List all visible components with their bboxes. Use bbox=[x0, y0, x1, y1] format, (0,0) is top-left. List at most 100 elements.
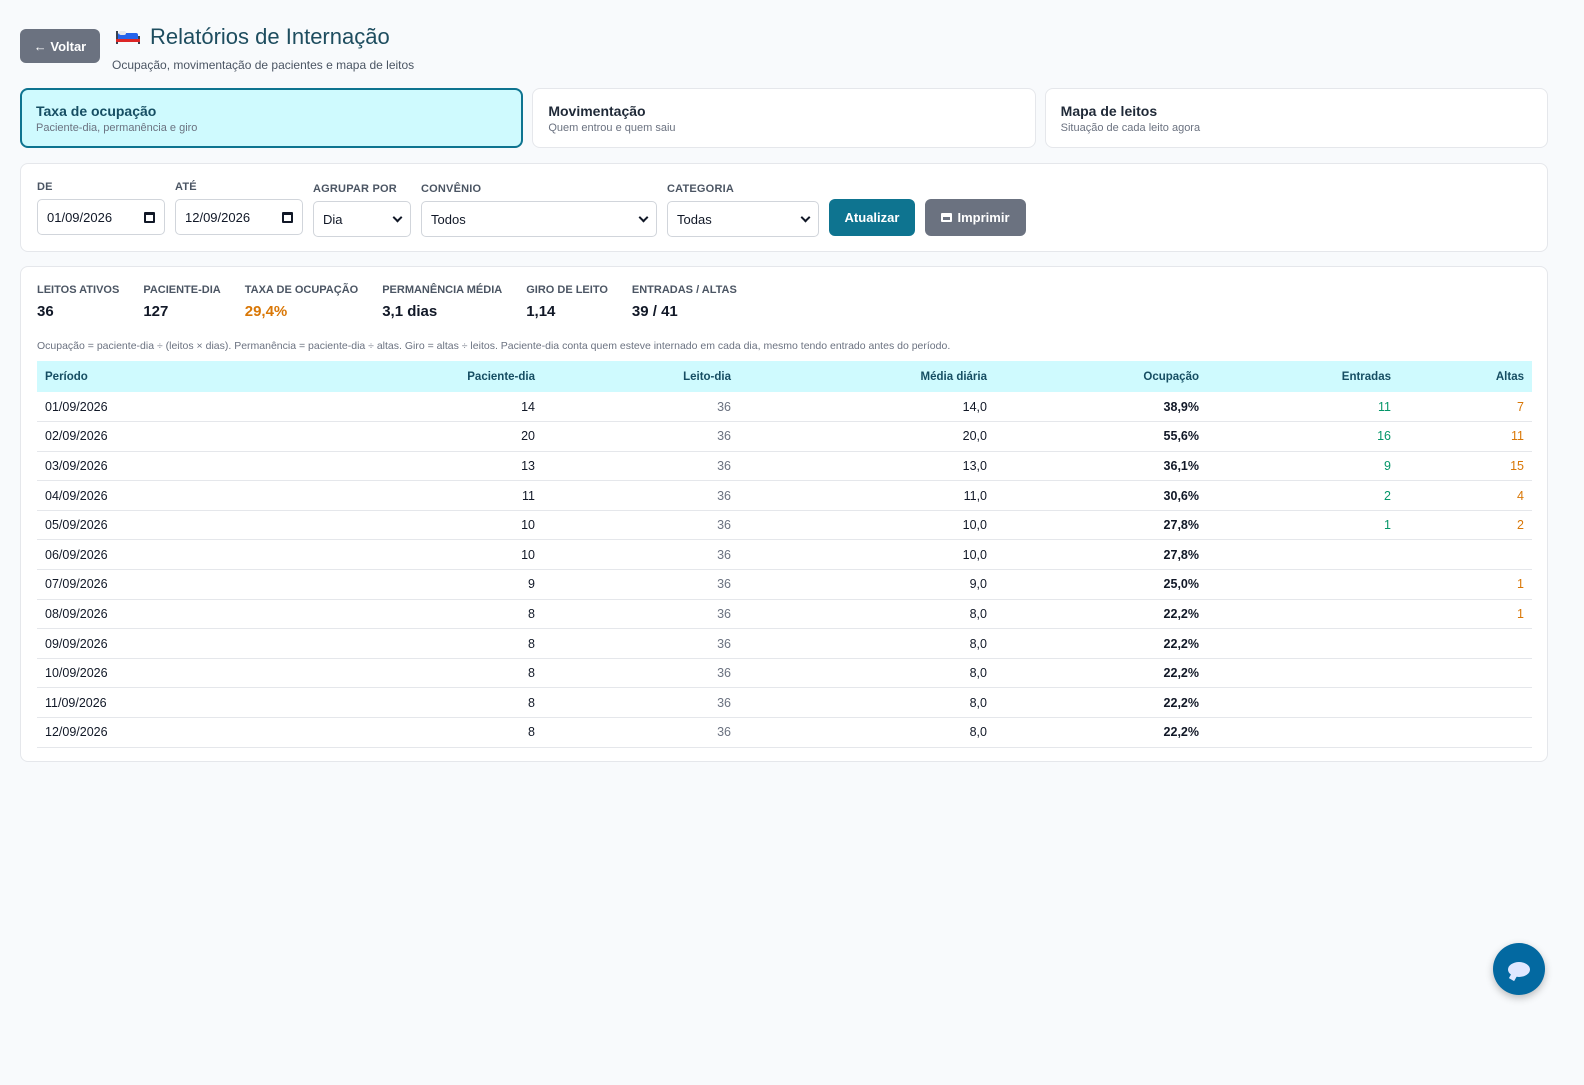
group-by-select[interactable]: Dia bbox=[313, 201, 411, 237]
calendar-icon[interactable] bbox=[282, 211, 293, 223]
to-date-input[interactable]: 12/09/2026 bbox=[175, 199, 303, 235]
cell-bed-days: 36 bbox=[543, 510, 739, 541]
cell-bed-days: 36 bbox=[543, 451, 739, 482]
cell-period: 08/09/2026 bbox=[37, 599, 277, 630]
update-button[interactable]: Atualizar bbox=[829, 199, 915, 236]
cell-daily-average: 14,0 bbox=[739, 392, 995, 423]
tab-description: Quem entrou e quem saiu bbox=[548, 122, 676, 134]
cell-discharges bbox=[1399, 539, 1532, 571]
kpi-active-beds: LEITOS ATIVOS 36 bbox=[37, 284, 119, 320]
group-by-label: AGRUPAR POR bbox=[313, 183, 397, 195]
cell-bed-days: 36 bbox=[543, 599, 739, 630]
cell-bed-days: 36 bbox=[543, 421, 739, 452]
cell-period: 10/09/2026 bbox=[37, 658, 277, 689]
cell-period: 11/09/2026 bbox=[37, 687, 277, 719]
cell-discharges: 4 bbox=[1399, 480, 1532, 511]
kpi-patient-days: PACIENTE-DIA 127 bbox=[143, 284, 220, 320]
cell-period: 07/09/2026 bbox=[37, 569, 277, 600]
table-row: 05/09/2026 10 36 10,0 27,8% 1 2 bbox=[37, 510, 1532, 541]
table-body: 01/09/2026 14 36 14,0 38,9% 11 7 02/09/2026 20 36… bbox=[37, 392, 1532, 748]
kpi-value: 36 bbox=[37, 303, 54, 320]
from-date-label: DE bbox=[37, 181, 53, 193]
cell-period: 05/09/2026 bbox=[37, 510, 277, 541]
cell-patient-days: 13 bbox=[277, 451, 543, 482]
cell-admissions bbox=[1207, 658, 1399, 689]
cell-admissions: 1 bbox=[1207, 510, 1399, 541]
page-subtitle: Ocupação, movimentação de pacientes e ma… bbox=[112, 58, 415, 72]
table-row: 04/09/2026 11 36 11,0 30,6% 2 4 bbox=[37, 480, 1532, 511]
table-row: 09/09/2026 8 36 8,0 22,2% bbox=[37, 628, 1532, 659]
cell-period: 06/09/2026 bbox=[37, 539, 277, 571]
table-row: 08/09/2026 8 36 8,0 22,2% 1 bbox=[37, 599, 1532, 630]
cell-admissions: 16 bbox=[1207, 421, 1399, 452]
cell-period: 03/09/2026 bbox=[37, 451, 277, 482]
calendar-icon[interactable] bbox=[144, 211, 155, 223]
kpi-value: 29,4% bbox=[244, 303, 288, 320]
cell-daily-average: 8,0 bbox=[739, 658, 995, 689]
table-row: 11/09/2026 8 36 8,0 22,2% bbox=[37, 687, 1532, 719]
tab-title: Taxa de ocupação bbox=[36, 103, 157, 119]
kpi-value: 1,14 bbox=[526, 303, 556, 320]
tab-title: Mapa de leitos bbox=[1060, 103, 1158, 119]
cell-occupancy: 22,2% bbox=[995, 687, 1207, 719]
cell-patient-days: 11 bbox=[277, 480, 543, 511]
table-row: 12/09/2026 8 36 8,0 22,2% bbox=[37, 717, 1532, 748]
cell-occupancy: 38,9% bbox=[995, 392, 1207, 423]
kpi-bed-turnover: GIRO DE LEITO 1,14 bbox=[526, 284, 608, 320]
cell-discharges bbox=[1399, 687, 1532, 719]
cell-occupancy: 22,2% bbox=[995, 628, 1207, 659]
cell-bed-days: 36 bbox=[543, 392, 739, 423]
insurance-value: Todos bbox=[431, 211, 466, 227]
kpi-label: LEITOS ATIVOS bbox=[37, 284, 120, 296]
report-tabs: Taxa de ocupação Paciente-dia, permanênc… bbox=[20, 88, 1548, 148]
cell-admissions: 11 bbox=[1207, 392, 1399, 423]
tab-occupancy-rate[interactable]: Taxa de ocupação Paciente-dia, permanênc… bbox=[20, 88, 524, 148]
cell-patient-days: 8 bbox=[277, 628, 543, 659]
cell-admissions bbox=[1207, 717, 1399, 748]
filter-panel: DE 01/09/2026 ATÉ 12/09/2026 AGRUPAR POR… bbox=[20, 163, 1548, 252]
kpi-label: TAXA DE OCUPAÇÃO bbox=[244, 284, 359, 296]
page-title: Relatórios de Internação bbox=[150, 24, 390, 49]
kpi-label: GIRO DE LEITO bbox=[526, 284, 608, 296]
cell-patient-days: 9 bbox=[277, 569, 543, 600]
cell-admissions: 2 bbox=[1207, 480, 1399, 511]
kpi-occupancy-rate: TAXA DE OCUPAÇÃO 29,4% bbox=[245, 284, 358, 320]
table-header-row: Período Paciente-dia Leito-dia Média diá… bbox=[37, 361, 1532, 392]
cell-patient-days: 10 bbox=[277, 510, 543, 541]
cell-admissions: 9 bbox=[1207, 451, 1399, 482]
cell-discharges: 15 bbox=[1399, 451, 1532, 482]
group-by-value: Dia bbox=[323, 211, 343, 227]
kpi-label: PACIENTE-DIA bbox=[143, 284, 221, 296]
cell-period: 01/09/2026 bbox=[37, 392, 277, 423]
kpi-value: 39 / 41 bbox=[631, 303, 678, 320]
cell-daily-average: 8,0 bbox=[739, 628, 995, 659]
back-button[interactable]: ← Voltar bbox=[20, 29, 100, 63]
kpi-admissions-discharges: ENTRADAS / ALTAS 39 / 41 bbox=[632, 284, 737, 320]
insurance-select[interactable]: Todos bbox=[421, 201, 657, 237]
chevron-down-icon bbox=[800, 212, 811, 222]
tab-bed-map[interactable]: Mapa de leitos Situação de cada leito ag… bbox=[1044, 88, 1548, 148]
kpi-average-stay: PERMANÊNCIA MÉDIA 3,1 dias bbox=[382, 284, 502, 320]
category-label: CATEGORIA bbox=[667, 183, 734, 195]
cell-admissions bbox=[1207, 539, 1399, 571]
cell-admissions bbox=[1207, 599, 1399, 630]
table-row: 03/09/2026 13 36 13,0 36,1% 9 15 bbox=[37, 451, 1532, 482]
cell-discharges: 7 bbox=[1399, 392, 1532, 423]
chevron-down-icon bbox=[638, 212, 649, 222]
table-row: 07/09/2026 9 36 9,0 25,0% 1 bbox=[37, 569, 1532, 600]
cell-occupancy: 22,2% bbox=[995, 599, 1207, 630]
to-date-value: 12/09/2026 bbox=[185, 209, 251, 225]
from-date-value: 01/09/2026 bbox=[47, 209, 113, 225]
title-block: Relatórios de Internação Ocupação, movim… bbox=[112, 24, 414, 72]
from-date-input[interactable]: 01/09/2026 bbox=[37, 199, 165, 235]
chat-button[interactable] bbox=[1493, 943, 1545, 995]
cell-daily-average: 20,0 bbox=[739, 421, 995, 452]
column-header-discharges: Altas bbox=[1399, 361, 1532, 392]
cell-discharges: 11 bbox=[1399, 421, 1532, 452]
print-button[interactable]: Imprimir bbox=[925, 199, 1026, 236]
cell-patient-days: 14 bbox=[277, 392, 543, 423]
category-select[interactable]: Todas bbox=[667, 201, 819, 237]
tab-movement[interactable]: Movimentação Quem entrou e quem saiu bbox=[532, 88, 1036, 148]
kpi-value: 127 bbox=[143, 303, 169, 320]
page-header: ← Voltar Relatórios de Internação Ocupaç… bbox=[20, 24, 414, 72]
